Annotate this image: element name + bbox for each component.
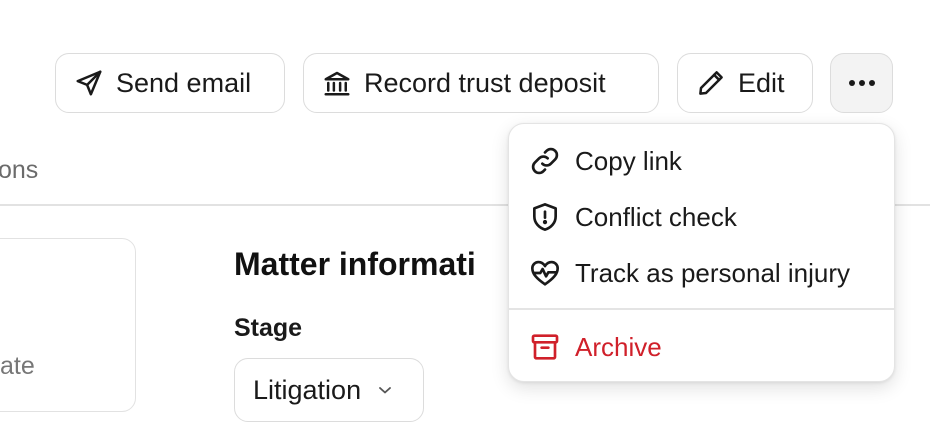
chevron-down-icon: [379, 387, 391, 394]
edit-button[interactable]: Edit: [677, 53, 813, 113]
menu-item-copy-link[interactable]: Copy link: [509, 137, 894, 185]
matter-information-title: Matter informati: [234, 246, 476, 282]
menu-item-track-personal-injury[interactable]: Track as personal injury: [509, 249, 894, 297]
left-card: [0, 238, 136, 412]
stage-label: Stage: [234, 314, 303, 342]
menu-item-label: Track as personal injury: [575, 257, 851, 288]
pencil-icon: [699, 71, 723, 95]
heart-pulse-icon: [531, 260, 559, 286]
record-trust-deposit-label: Record trust deposit: [364, 67, 606, 98]
bank-icon: [324, 71, 350, 96]
menu-item-label: Conflict check: [575, 201, 737, 232]
menu-item-archive[interactable]: Archive: [509, 323, 894, 371]
send-email-button[interactable]: Send email: [55, 53, 285, 113]
menu-divider: [509, 308, 894, 310]
shield-alert-icon: [533, 203, 557, 231]
left-card-partial-text: ate: [0, 352, 35, 380]
more-actions-menu: Copy link Conflict check Track as person…: [508, 123, 895, 382]
menu-item-label: Copy link: [575, 145, 682, 176]
archive-icon: [531, 334, 559, 360]
menu-item-label: Archive: [575, 331, 662, 362]
tab-partial[interactable]: ons: [0, 156, 38, 185]
stage-value: Litigation: [253, 374, 362, 405]
send-email-label: Send email: [116, 67, 252, 98]
link-icon: [531, 147, 559, 175]
stage-select[interactable]: Litigation: [234, 358, 424, 422]
more-actions-button[interactable]: [830, 53, 893, 113]
more-horizontal-icon: [848, 80, 875, 86]
edit-label: Edit: [738, 67, 785, 98]
page: Send email Record trust deposit Edit ons…: [0, 0, 930, 434]
send-icon: [76, 70, 102, 96]
menu-item-conflict-check[interactable]: Conflict check: [509, 193, 894, 241]
record-trust-deposit-button[interactable]: Record trust deposit: [303, 53, 659, 113]
